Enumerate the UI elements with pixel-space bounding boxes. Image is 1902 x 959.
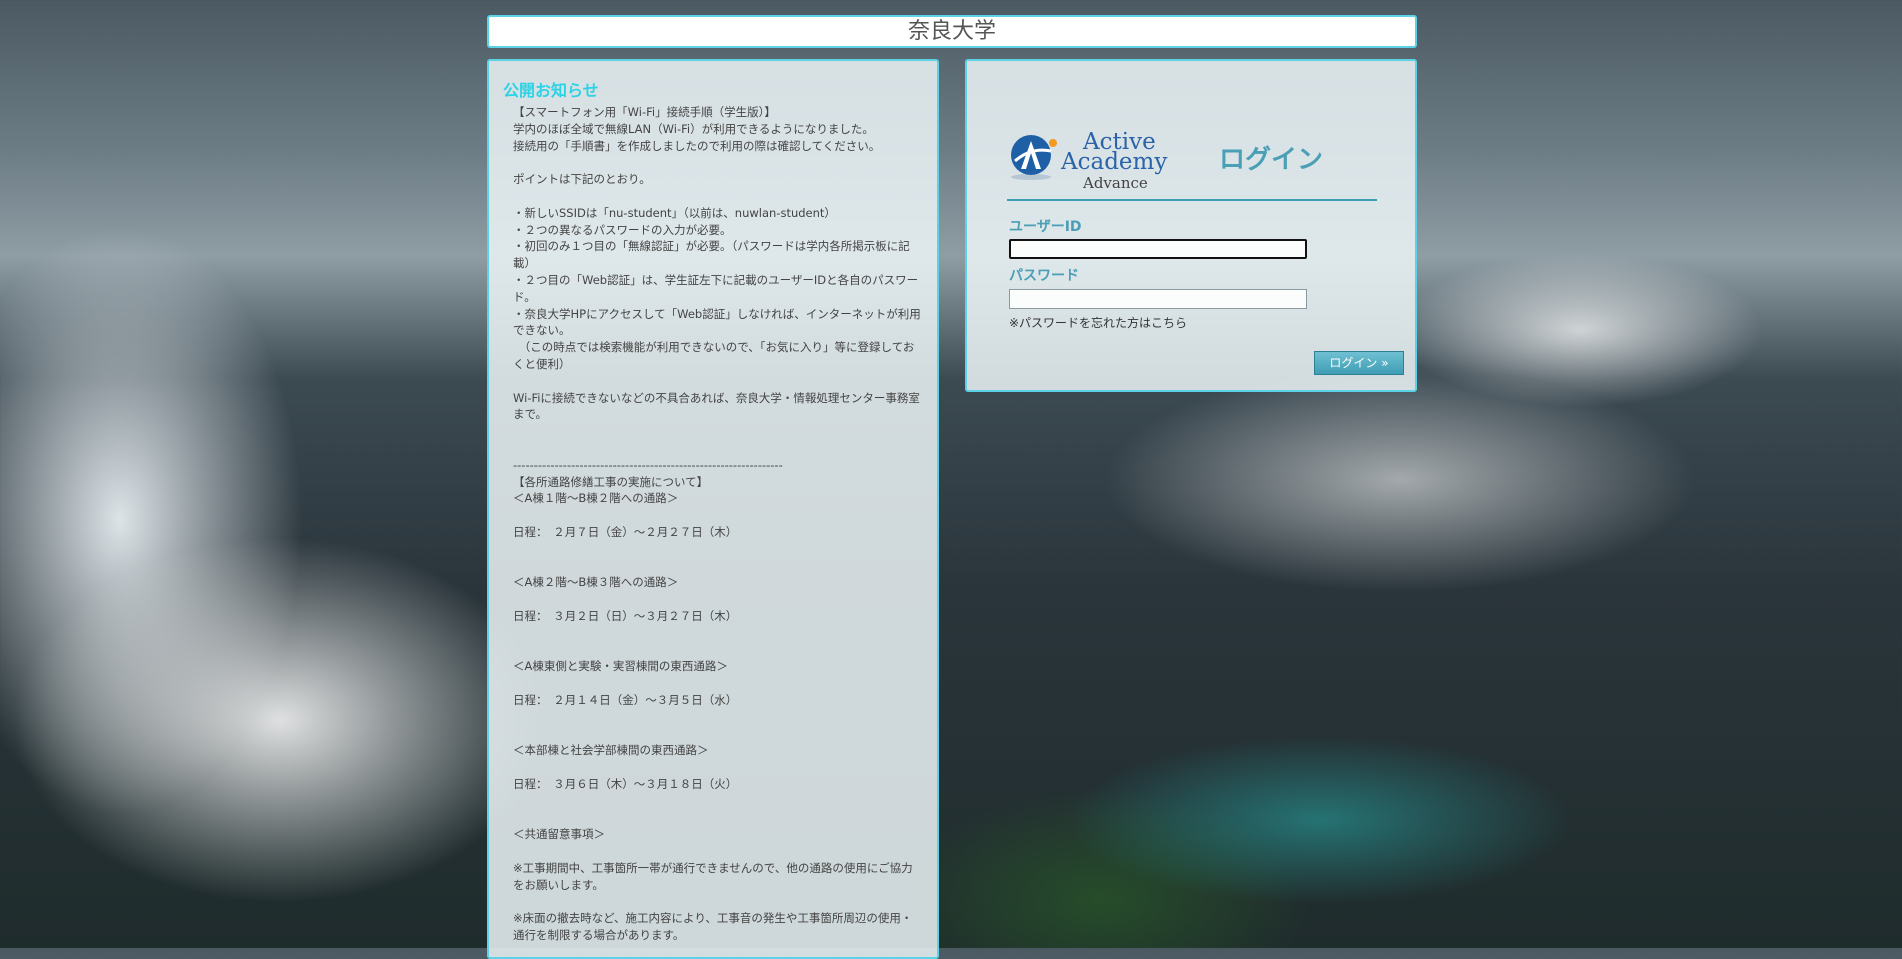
user-id-input[interactable] — [1009, 239, 1307, 259]
logo-line-academy: Academy — [1061, 149, 1168, 175]
notice-heading: 公開お知らせ — [503, 81, 599, 100]
login-button[interactable]: ログイン » — [1314, 351, 1404, 375]
login-panel: Active Academy Advance ログイン ユーザーID パスワード… — [965, 59, 1417, 392]
forgot-password-link[interactable]: ※パスワードを忘れた方はこちら — [1009, 314, 1187, 331]
notice-body: 【スマートフォン用「Wi-Fi」接続手順（学生版）】 学内のほぼ全域で無線LAN… — [513, 105, 921, 943]
login-divider — [1007, 199, 1377, 201]
password-label: パスワード — [1009, 268, 1079, 284]
university-name: 奈良大学 — [907, 19, 996, 44]
login-title: ログイン — [1219, 145, 1324, 175]
password-input[interactable] — [1009, 289, 1307, 309]
active-academy-logo: Active Academy Advance — [1009, 129, 1179, 192]
user-id-label: ユーザーID — [1009, 219, 1082, 235]
public-notice-panel: 公開お知らせ 【スマートフォン用「Wi-Fi」接続手順（学生版）】 学内のほぼ全… — [487, 59, 939, 959]
active-academy-logo-mark-icon — [1011, 135, 1057, 180]
logo-line-advance: Advance — [1083, 174, 1148, 192]
university-title-bar: 奈良大学 — [487, 15, 1417, 48]
